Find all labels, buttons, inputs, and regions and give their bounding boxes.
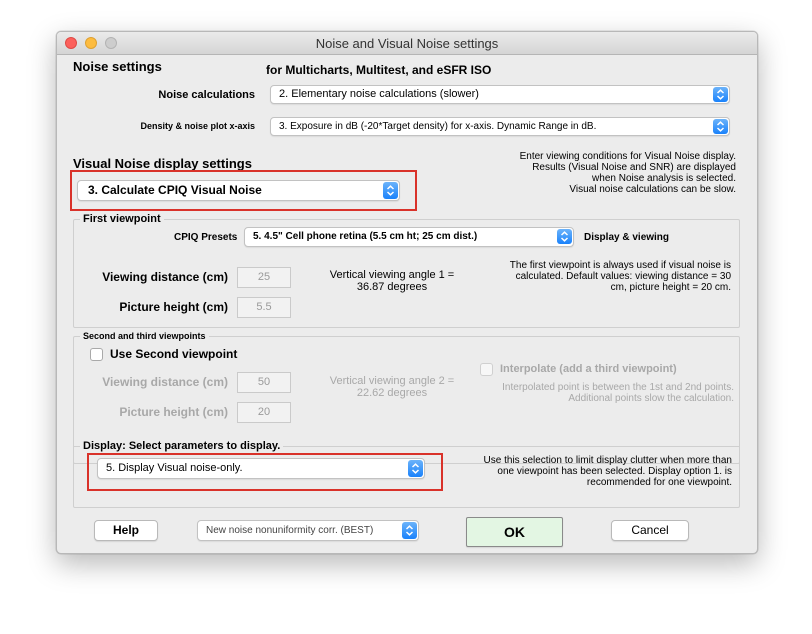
density-xaxis-label: Density & noise plot x-axis	[140, 121, 255, 131]
noise-calculations-value: 2. Elementary noise calculations (slower…	[279, 88, 479, 100]
cpiq-presets-value: 5. 4.5" Cell phone retina (5.5 cm ht; 25…	[253, 231, 478, 242]
display-viewing-label: Display & viewing	[584, 232, 670, 243]
chevron-updown-icon	[713, 119, 728, 134]
display-note: Use this selection to limit display clut…	[483, 455, 732, 488]
second-viewpoint-group-label: Second and third viewpoints	[80, 331, 209, 341]
interpolate-label: Interpolate (add a third viewpoint)	[500, 363, 677, 375]
noise-settings-title: Noise settings	[73, 59, 162, 74]
noise-calculations-select[interactable]: 2. Elementary noise calculations (slower…	[270, 85, 730, 104]
interpolate-checkbox[interactable]	[480, 363, 493, 376]
visual-noise-title: Visual Noise display settings	[73, 156, 252, 171]
help-button[interactable]: Help	[94, 520, 158, 541]
chevron-updown-icon	[408, 460, 423, 477]
window-title: Noise and Visual Noise settings	[315, 36, 499, 51]
density-xaxis-select[interactable]: 3. Exposure in dB (-20*Target density) f…	[270, 117, 730, 136]
visual-noise-value: 3. Calculate CPIQ Visual Noise	[88, 183, 262, 197]
nonuniformity-select[interactable]: New noise nonuniformity corr. (BEST)	[197, 520, 419, 541]
nonuniformity-value: New noise nonuniformity corr. (BEST)	[206, 525, 374, 536]
viewing-distance-1-label: Viewing distance (cm)	[102, 270, 228, 284]
display-select-value: 5. Display Visual noise-only.	[106, 462, 243, 474]
viewing-distance-1-field[interactable]: 25	[237, 267, 291, 288]
display-select[interactable]: 5. Display Visual noise-only.	[97, 458, 425, 479]
noise-settings-subtitle: for Multicharts, Multitest, and eSFR ISO	[266, 63, 492, 77]
viewing-distance-2-label: Viewing distance (cm)	[102, 375, 228, 389]
picture-height-2-label: Picture height (cm)	[119, 405, 228, 419]
first-viewpoint-note: The first viewpoint is always used if vi…	[509, 260, 731, 293]
picture-height-1-label: Picture height (cm)	[119, 300, 228, 314]
cpiq-presets-select[interactable]: 5. 4.5" Cell phone retina (5.5 cm ht; 25…	[244, 227, 574, 247]
use-second-viewpoint-checkbox[interactable]	[90, 348, 103, 361]
density-xaxis-value: 3. Exposure in dB (-20*Target density) f…	[279, 121, 597, 132]
use-second-viewpoint-label: Use Second viewpoint	[110, 347, 238, 361]
dialog-window: Noise and Visual Noise settings Noise se…	[56, 31, 758, 554]
noise-calculations-label: Noise calculations	[158, 89, 255, 101]
cancel-button[interactable]: Cancel	[611, 520, 689, 541]
ok-button[interactable]: OK	[466, 517, 563, 547]
chevron-updown-icon	[713, 87, 728, 102]
picture-height-1-field[interactable]: 5.5	[237, 297, 291, 318]
picture-height-2-field[interactable]: 20	[237, 402, 291, 423]
title-bar: Noise and Visual Noise settings	[57, 32, 757, 55]
viewing-distance-2-field[interactable]: 50	[237, 372, 291, 393]
cpiq-presets-label: CPIQ Presets	[174, 232, 238, 243]
visual-noise-select[interactable]: 3. Calculate CPIQ Visual Noise	[77, 180, 400, 201]
chevron-updown-icon	[383, 182, 398, 199]
chevron-updown-icon	[557, 229, 572, 244]
first-viewpoint-label: First viewpoint	[80, 213, 164, 225]
interpolate-note: Interpolated point is between the 1st an…	[502, 382, 734, 404]
chevron-updown-icon	[402, 522, 417, 539]
viewing-angle-1: Vertical viewing angle 1 = 36.87 degrees	[329, 269, 455, 293]
visual-noise-help: Enter viewing conditions for Visual Nois…	[519, 151, 736, 195]
viewing-angle-2: Vertical viewing angle 2 = 22.62 degrees	[329, 375, 455, 399]
display-group-label: Display: Select parameters to display.	[80, 440, 284, 452]
